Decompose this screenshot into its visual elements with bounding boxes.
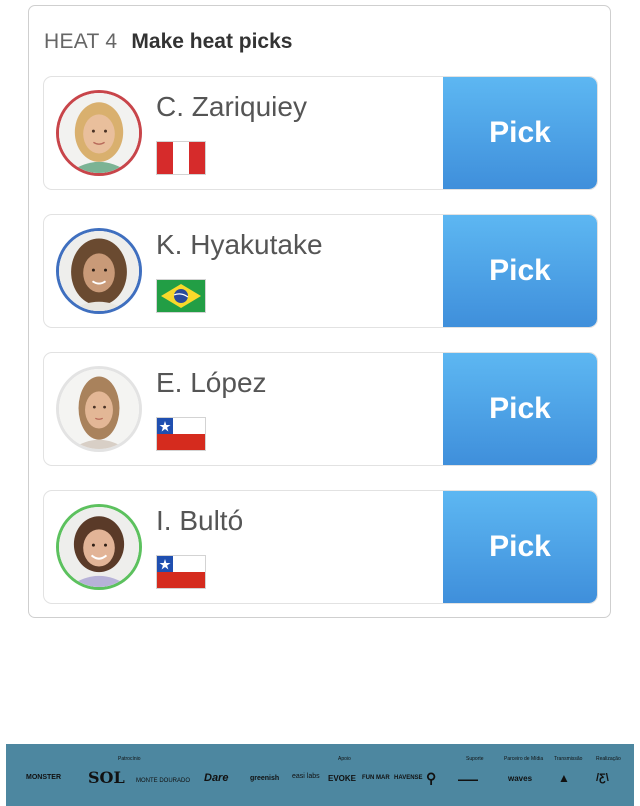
surfer-card: I. Bultó Pick — [43, 490, 598, 604]
triangle-logo-icon: ▲ — [558, 771, 570, 785]
fun-mar-logo: FUN MAR — [362, 775, 390, 781]
surfer-photo — [59, 93, 139, 173]
surfer-avatar — [56, 504, 142, 590]
surfer-silhouette-icon: ⚲ — [426, 770, 437, 786]
surfer-card: E. López Pick — [43, 352, 598, 466]
surfer-card: C. Zariquiey Pick — [43, 76, 598, 190]
heat-label: HEAT 4 — [44, 30, 118, 53]
dare-logo: Dare — [204, 772, 229, 784]
pick-button[interactable]: Pick — [443, 215, 597, 327]
surfer-name: C. Zariquiey — [156, 91, 307, 122]
surfer-avatar — [56, 90, 142, 176]
surfer-avatar — [56, 366, 142, 452]
sol-logo: SOL — [88, 768, 125, 787]
sponsor-caption: Parceiro de Mídia — [504, 756, 544, 762]
chile-flag-icon — [156, 417, 206, 451]
waves-logo: waves — [508, 774, 533, 783]
surfer-name: K. Hyakutake — [156, 229, 323, 260]
havense-logo: HAVENSE — [394, 775, 423, 781]
easi-labs-logo: easi labs — [292, 773, 320, 780]
pick-button[interactable]: Pick — [443, 77, 597, 189]
monte-dourado-logo: MONTE DOURADO — [136, 778, 190, 784]
sponsor-caption: Transmissão — [554, 756, 583, 762]
surfer-name: I. Bultó — [156, 505, 244, 536]
surfer-name: E. López — [156, 367, 267, 398]
surfer-photo — [59, 369, 139, 449]
surfer-avatar — [56, 228, 142, 314]
sponsor-caption: Suporte — [466, 756, 484, 762]
pick-button[interactable]: Pick — [443, 353, 597, 465]
surfer-photo — [59, 231, 139, 311]
sponsor-banner: Patrocínio Apoio Suporte Parceiro de Míd… — [6, 744, 634, 806]
surfer-card: K. Hyakutake Pick — [43, 214, 598, 328]
brazil-flag-icon — [156, 279, 206, 313]
realizacao-logo-icon: /Ƹ\ — [596, 772, 609, 784]
surfer-photo — [59, 507, 139, 587]
sponsor-caption: Realização — [596, 756, 621, 762]
sponsor-logo-graphic: ▬▬▬▬ — [458, 777, 478, 783]
chile-flag-icon — [156, 555, 206, 589]
monster-logo: MONSTER — [26, 774, 61, 781]
heat-picks-panel: HEAT 4 Make heat picks C. Zariquiey Pick — [28, 5, 611, 618]
sponsor-caption: Apoio — [338, 756, 351, 762]
peru-flag-icon — [156, 141, 206, 175]
heat-header: HEAT 4 Make heat picks — [44, 30, 292, 54]
greenish-logo: greenish — [250, 775, 280, 782]
pick-button[interactable]: Pick — [443, 491, 597, 603]
sponsor-caption: Patrocínio — [118, 756, 141, 762]
heat-title: Make heat picks — [131, 30, 293, 53]
evoke-logo: EVOKE — [328, 774, 357, 783]
